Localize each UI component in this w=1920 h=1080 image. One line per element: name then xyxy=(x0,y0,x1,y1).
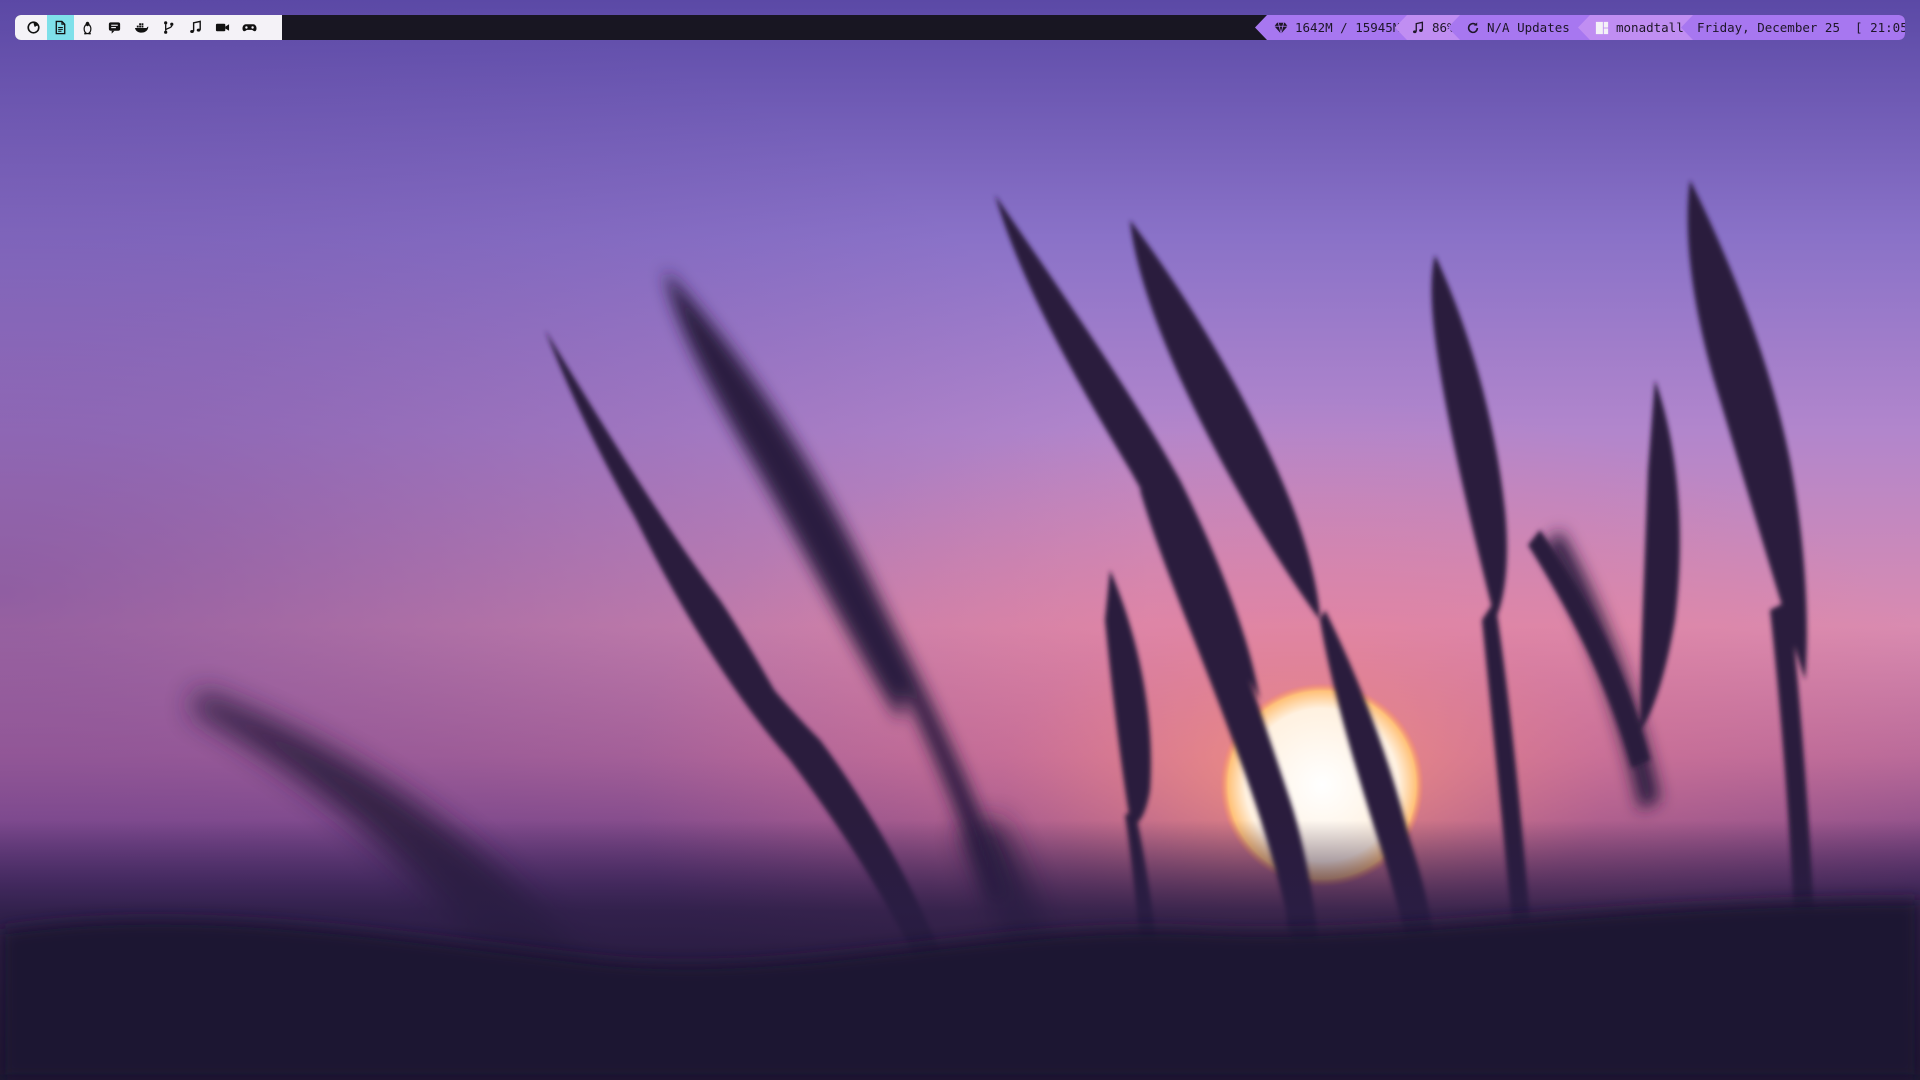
document-icon xyxy=(55,20,66,35)
group-chat[interactable] xyxy=(101,15,128,40)
top-bar: 1642M / 15945M 86% N/A Updates monadtall… xyxy=(15,15,1905,40)
clock-widget[interactable]: Friday, December 25 [ 21:05 ] xyxy=(1681,15,1905,40)
refresh-icon xyxy=(1467,21,1479,33)
gem-icon xyxy=(1274,22,1288,34)
video-camera-icon xyxy=(215,23,230,32)
docker-icon xyxy=(134,23,149,33)
group-games[interactable] xyxy=(236,15,263,40)
chat-icon xyxy=(108,22,121,34)
firefox-icon xyxy=(27,21,40,34)
group-music[interactable] xyxy=(182,15,209,40)
group-document[interactable] xyxy=(47,15,74,40)
memory-widget[interactable]: 1642M / 15945M xyxy=(1255,15,1407,40)
group-terminal[interactable] xyxy=(74,15,101,40)
layout-icon xyxy=(1595,21,1609,34)
clock-text: Friday, December 25 [ 21:05 ] xyxy=(1697,20,1905,35)
memory-text: 1642M / 15945M xyxy=(1295,20,1401,35)
gamepad-icon xyxy=(242,24,257,32)
updates-widget[interactable]: N/A Updates xyxy=(1448,15,1590,40)
group-firefox[interactable] xyxy=(20,15,47,40)
updates-text: N/A Updates xyxy=(1487,20,1570,35)
desktop-wallpaper xyxy=(0,0,1920,1080)
git-branch-icon xyxy=(164,21,174,34)
group-video[interactable] xyxy=(209,15,236,40)
music-note-icon xyxy=(190,20,201,34)
group-docker[interactable] xyxy=(128,15,155,40)
linux-tux-icon xyxy=(83,21,92,35)
workspace-groups xyxy=(15,15,282,40)
music-note-icon xyxy=(1413,21,1424,33)
layout-widget[interactable]: monadtall xyxy=(1578,15,1693,40)
layout-text: monadtall xyxy=(1616,20,1684,35)
group-git[interactable] xyxy=(155,15,182,40)
